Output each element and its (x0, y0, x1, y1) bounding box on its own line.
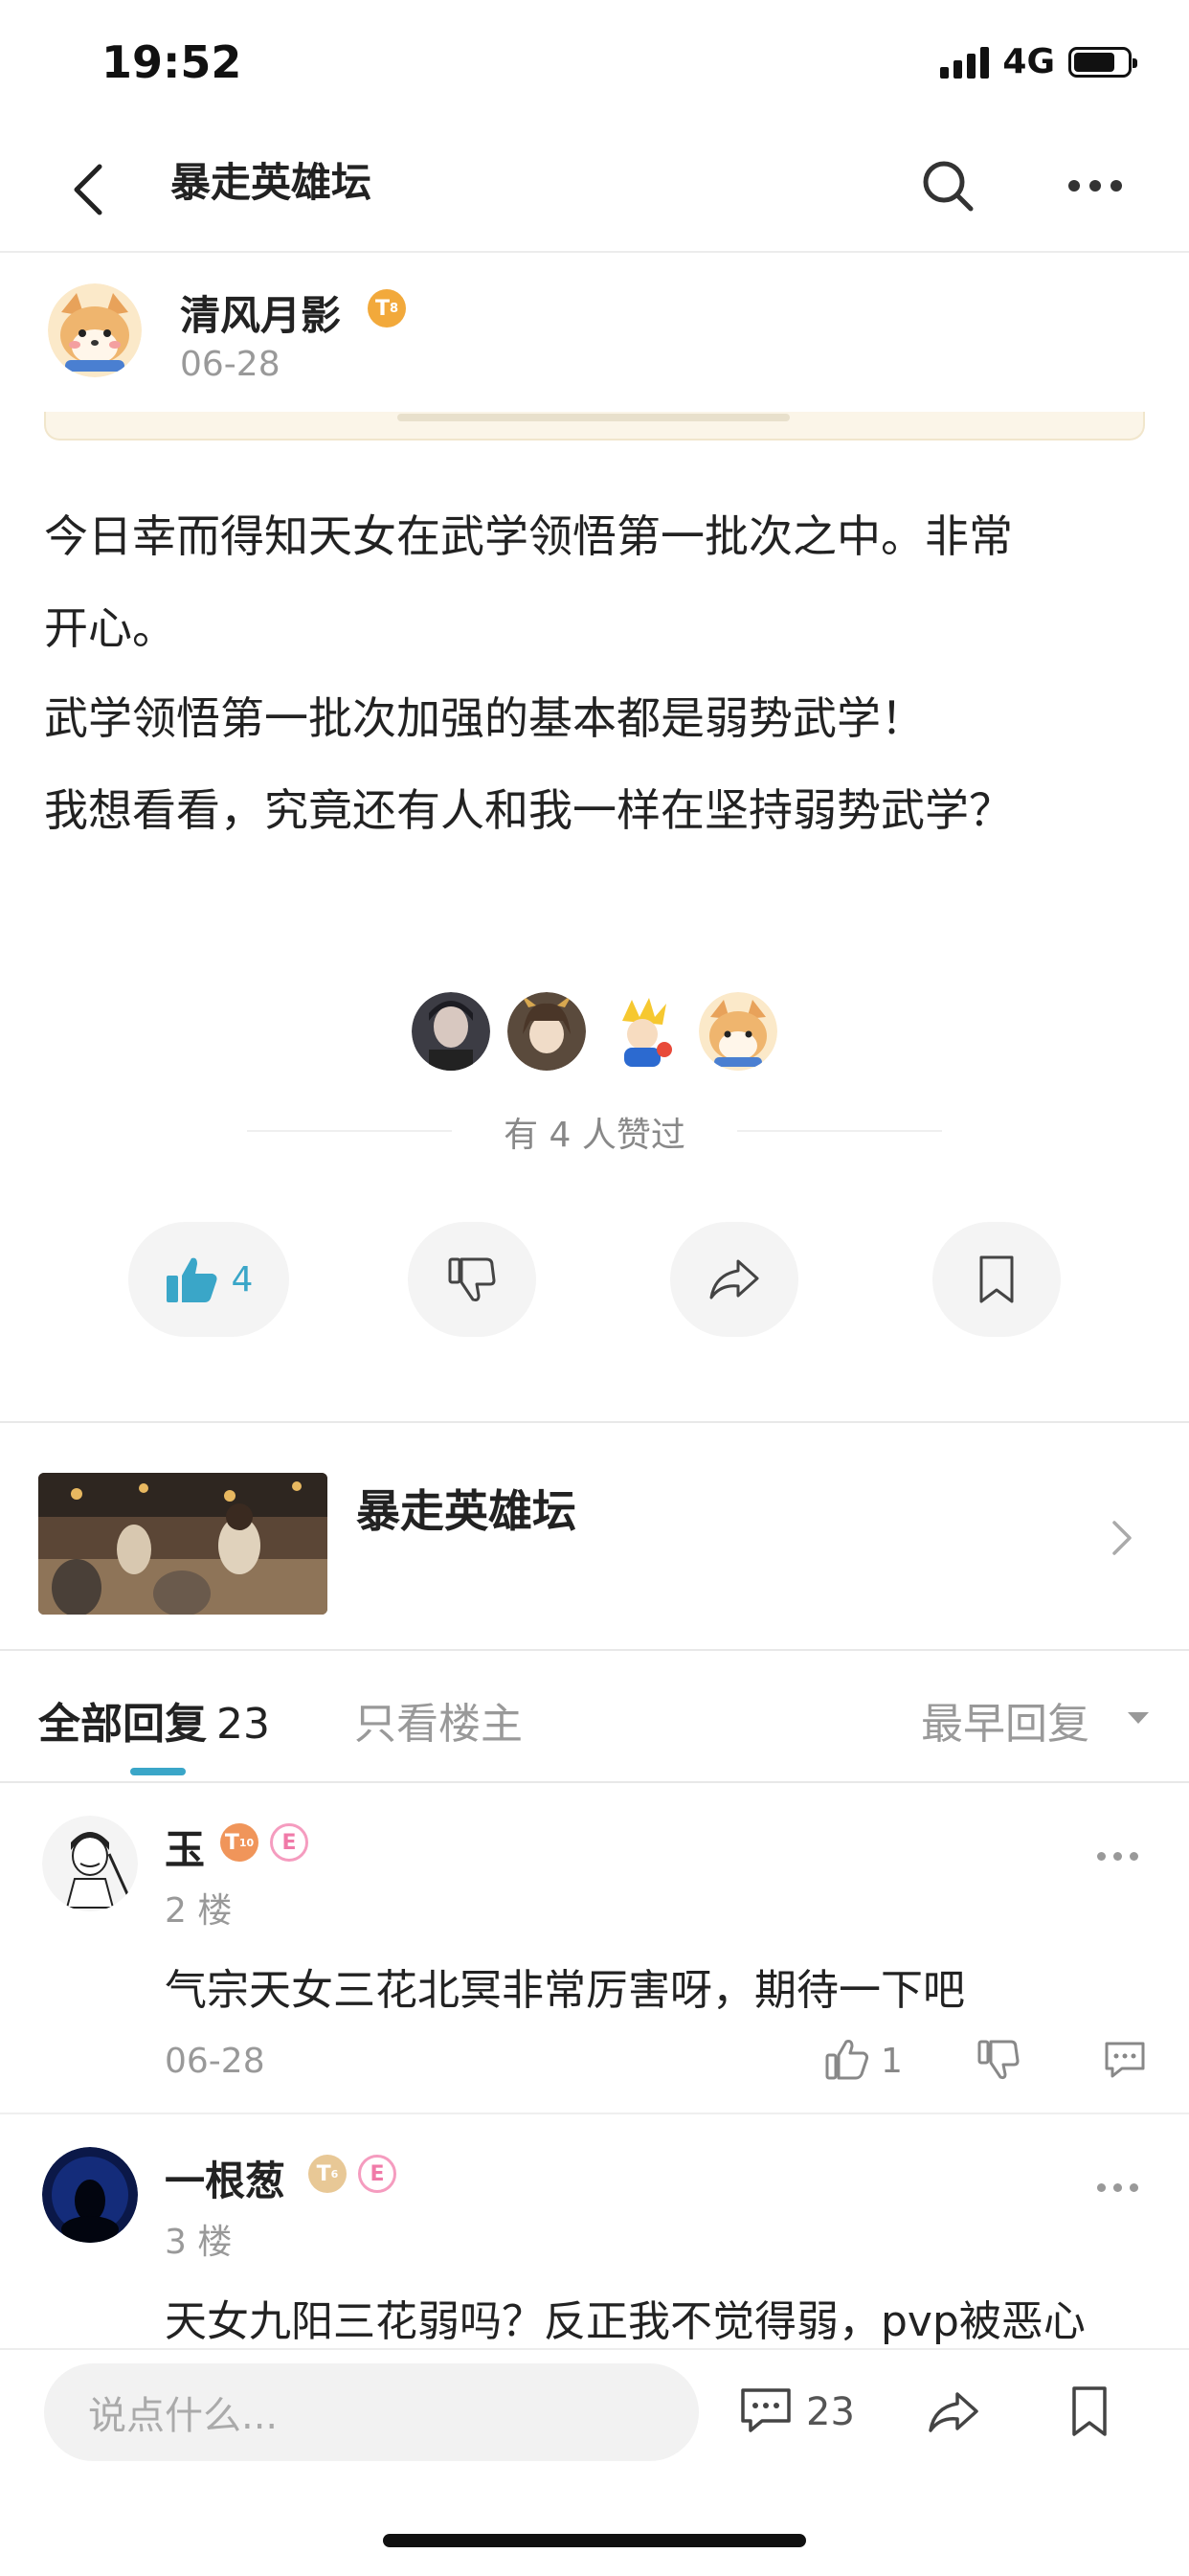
comment-divider (0, 2113, 1189, 2114)
section-divider (0, 1649, 1189, 1651)
liker-avatar[interactable] (699, 992, 777, 1071)
liker-avatar[interactable] (412, 992, 490, 1071)
user-level: 6 (330, 2167, 339, 2181)
bookmark-icon[interactable] (1068, 2384, 1110, 2438)
search-icon[interactable] (919, 157, 976, 215)
tab-all-label: 全部回复 (38, 1700, 207, 1749)
comment-like-count: 1 (881, 2042, 903, 2081)
likers-summary[interactable]: 有 4 人赞过 (0, 1107, 1189, 1157)
liker-avatar[interactable] (507, 992, 586, 1071)
status-time: 19:52 (101, 36, 242, 88)
network-type: 4G (1002, 42, 1055, 81)
status-indicators: 4G (940, 42, 1137, 81)
like-count: 4 (231, 1259, 254, 1299)
chevron-right-icon[interactable] (1110, 1519, 1133, 1557)
user-level: 8 (389, 301, 399, 316)
user-level-badge: T8 (368, 289, 406, 328)
reply-count: 23 (216, 1700, 270, 1749)
section-divider (0, 1421, 1189, 1423)
post-text-line: 开心。 (44, 602, 176, 654)
user-level: 10 (238, 1836, 255, 1849)
comment-reply-icon[interactable] (1103, 2040, 1147, 2080)
share-icon (709, 1259, 759, 1299)
user-level-badge: T 10 (220, 1823, 258, 1862)
tab-all-replies[interactable]: 全部回复 23 (38, 1689, 270, 1751)
comment-text: 天女九阳三花弱吗？反正我不觉得弱，pvp被恶心 (165, 2297, 1086, 2346)
banner-handle (397, 414, 790, 421)
forum-name[interactable]: 暴走英雄坛 (356, 1477, 576, 1540)
dislike-button[interactable] (408, 1222, 536, 1337)
section-divider (0, 1781, 1189, 1783)
post-text-line: 今日幸而得知天女在武学领悟第一批次之中。非常 (44, 510, 1013, 562)
like-button[interactable]: 4 (128, 1222, 289, 1337)
comment-more-icon[interactable] (1097, 1852, 1138, 1861)
signal-icon (940, 46, 990, 79)
caret-down-icon[interactable] (1126, 1710, 1151, 1726)
comment-text: 气宗天女三花北冥非常厉害呀，期待一下吧 (165, 1966, 965, 2015)
back-chevron-icon[interactable] (67, 161, 109, 218)
liker-avatar[interactable] (603, 992, 682, 1071)
author-name[interactable]: 清风月影 (180, 283, 341, 342)
share-icon[interactable] (923, 2388, 982, 2436)
comment-more-icon[interactable] (1097, 2183, 1138, 2192)
sort-dropdown[interactable]: 最早回复 (921, 1689, 1089, 1751)
nav-divider (0, 251, 1189, 253)
member-badge-icon: E (358, 2155, 396, 2193)
member-badge-icon: E (270, 1823, 308, 1862)
comment-author-name[interactable]: 一根葱 (165, 2149, 285, 2207)
comment-avatar[interactable] (42, 1816, 138, 1911)
comment-dislike-icon[interactable] (976, 2038, 1021, 2082)
battery-icon (1068, 46, 1137, 78)
comment-author-name[interactable]: 玉 (165, 1818, 205, 1876)
comments-icon[interactable] (739, 2386, 793, 2436)
comment-floor: 3 楼 (165, 2223, 233, 2262)
comment-floor: 2 楼 (165, 1891, 233, 1931)
comment-like-icon[interactable] (825, 2038, 869, 2080)
page-title: 暴走英雄坛 (170, 159, 372, 206)
bookmark-icon (979, 1255, 1014, 1303)
comment-avatar[interactable] (42, 2147, 138, 2243)
comment-input[interactable]: 说点什么... (44, 2363, 699, 2461)
tab-only-op[interactable]: 只看楼主 (354, 1689, 523, 1751)
forum-thumbnail[interactable] (38, 1473, 327, 1615)
tab-active-indicator (130, 1768, 186, 1775)
comment-date: 06-28 (165, 2042, 265, 2081)
post-text-line: 我想看看，究竟还有人和我一样在坚持弱势武学？ (44, 784, 1013, 836)
post-text-line: 武学领悟第一批次加强的基本都是弱势武学！ (44, 692, 925, 744)
thumbs-up-icon (166, 1257, 217, 1302)
share-button[interactable] (670, 1222, 798, 1337)
bookmark-button[interactable] (932, 1222, 1061, 1337)
post-date: 06-28 (180, 345, 280, 384)
more-icon[interactable] (1066, 172, 1124, 199)
home-indicator (383, 2534, 806, 2547)
user-level-badge: T6 (308, 2155, 347, 2193)
bottom-comment-count: 23 (806, 2390, 855, 2434)
thumbs-down-icon (448, 1257, 496, 1301)
author-avatar[interactable] (48, 283, 142, 377)
